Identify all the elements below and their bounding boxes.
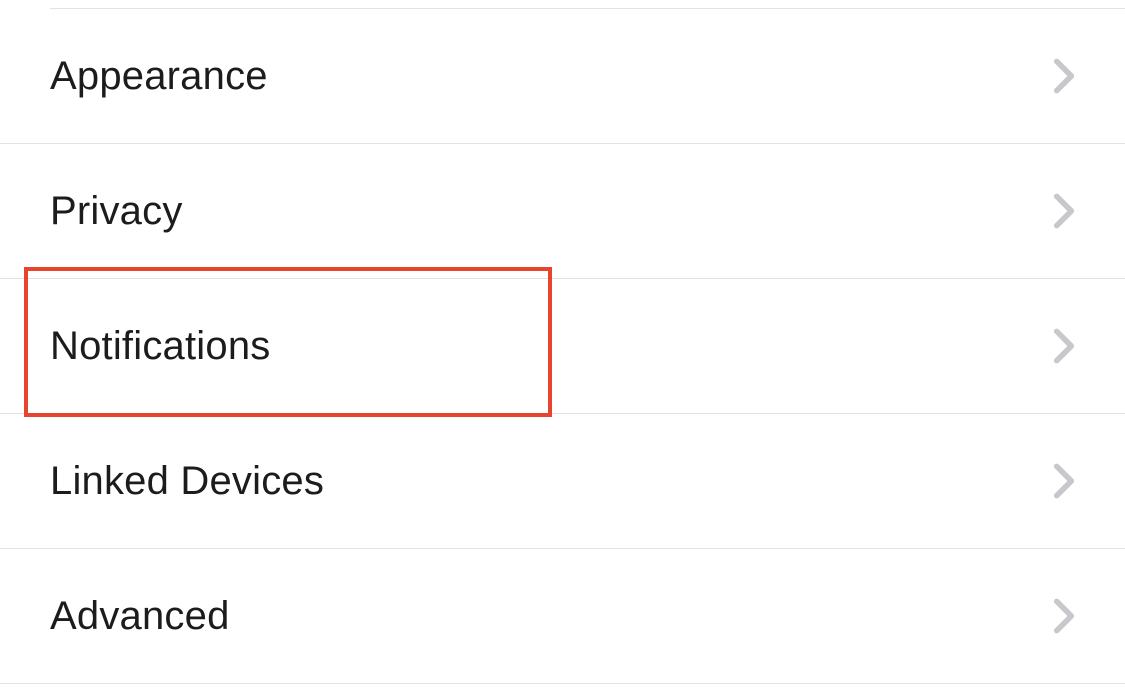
chevron-right-icon [1053,327,1075,365]
settings-item-label: Advanced [50,594,230,639]
settings-item-advanced[interactable]: Advanced [0,549,1125,684]
settings-item-privacy[interactable]: Privacy [0,144,1125,279]
settings-item-linked-devices[interactable]: Linked Devices [0,414,1125,549]
chevron-right-icon [1053,597,1075,635]
settings-list: Appearance Privacy Notifications Linked … [0,0,1125,684]
settings-item-label: Linked Devices [50,459,324,504]
settings-item-label: Notifications [50,324,270,369]
chevron-right-icon [1053,57,1075,95]
settings-item-label: Privacy [50,189,183,234]
settings-item-label: Appearance [50,54,268,99]
settings-item-notifications[interactable]: Notifications [0,279,1125,414]
chevron-right-icon [1053,192,1075,230]
chevron-right-icon [1053,462,1075,500]
settings-item-appearance[interactable]: Appearance [0,9,1125,144]
